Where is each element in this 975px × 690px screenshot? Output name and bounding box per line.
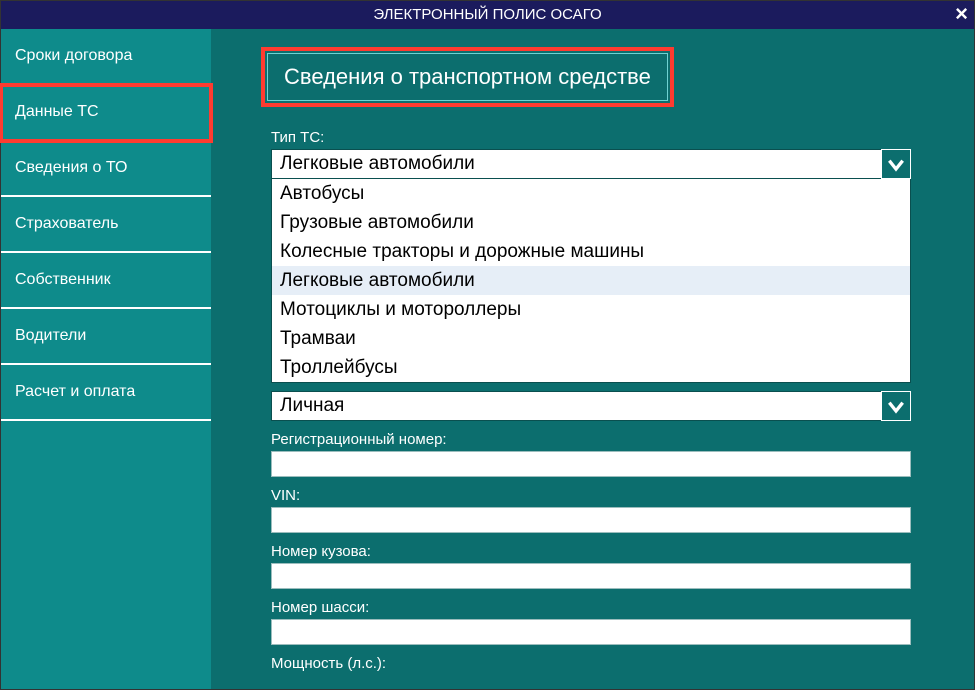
sidebar-item-label: Водители [15,327,86,345]
chevron-down-icon[interactable] [881,149,911,179]
sidebar-item-inspection[interactable]: Сведения о ТО [1,141,211,197]
chassis-number-input[interactable] [271,619,911,645]
form-column: Тип ТС: Легковые автомобили Автобусы Гру… [271,129,911,672]
dropdown-option[interactable]: Мотоциклы и мотороллеры [272,295,910,324]
vin-input[interactable] [271,507,911,533]
window-title: ЭЛЕКТРОННЫЙ ПОЛИС ОСАГО [373,6,601,23]
reg-number-input[interactable] [271,451,911,477]
reg-number-label: Регистрационный номер: [271,431,911,448]
chevron-down-icon[interactable] [881,391,911,421]
sidebar-item-label: Данные ТС [15,103,99,121]
purpose-select[interactable]: Личная [271,391,911,421]
section-title-highlight: Сведения о транспортном средстве [261,47,674,107]
app-window: ЭЛЕКТРОННЫЙ ПОЛИС ОСАГО × Сроки договора… [0,0,975,690]
sidebar-item-label: Расчет и оплата [15,383,135,401]
dropdown-option[interactable]: Колесные тракторы и дорожные машины [272,237,910,266]
dropdown-option[interactable]: Трамваи [272,324,910,353]
purpose-value[interactable]: Личная [271,391,911,421]
chassis-number-label: Номер шасси: [271,599,911,616]
vehicle-type-dropdown: Автобусы Грузовые автомобили Колесные тр… [271,179,911,383]
titlebar: ЭЛЕКТРОННЫЙ ПОЛИС ОСАГО × [1,1,974,29]
sidebar-item-drivers[interactable]: Водители [1,309,211,365]
dropdown-option[interactable]: Легковые автомобили [272,266,910,295]
power-label: Мощность (л.с.): [271,655,911,672]
sidebar-item-label: Сведения о ТО [15,159,127,177]
sidebar: Сроки договора Данные ТС Сведения о ТО С… [1,29,211,689]
sidebar-item-owner[interactable]: Собственник [1,253,211,309]
sidebar-item-terms[interactable]: Сроки договора [1,29,211,85]
body-number-input[interactable] [271,563,911,589]
type-label: Тип ТС: [271,129,911,146]
vehicle-type-value[interactable]: Легковые автомобили [271,149,911,179]
dropdown-option[interactable]: Грузовые автомобили [272,208,910,237]
sidebar-item-label: Сроки договора [15,47,132,65]
sidebar-item-label: Страхователь [15,215,118,233]
vehicle-type-select[interactable]: Легковые автомобили Автобусы Грузовые ав… [271,149,911,383]
window-body: Сроки договора Данные ТС Сведения о ТО С… [1,29,974,689]
sidebar-filler [1,421,211,689]
main-panel: Сведения о транспортном средстве Тип ТС:… [211,29,974,689]
vin-label: VIN: [271,487,911,504]
body-number-label: Номер кузова: [271,543,911,560]
sidebar-item-policyholder[interactable]: Страхователь [1,197,211,253]
section-title: Сведения о транспортном средстве [267,53,668,101]
close-icon[interactable]: × [955,1,968,27]
sidebar-item-label: Собственник [15,271,111,289]
dropdown-option[interactable]: Автобусы [272,179,910,208]
sidebar-item-payment[interactable]: Расчет и оплата [1,365,211,421]
dropdown-option[interactable]: Троллейбусы [272,353,910,382]
sidebar-item-vehicle-data[interactable]: Данные ТС [1,85,211,141]
